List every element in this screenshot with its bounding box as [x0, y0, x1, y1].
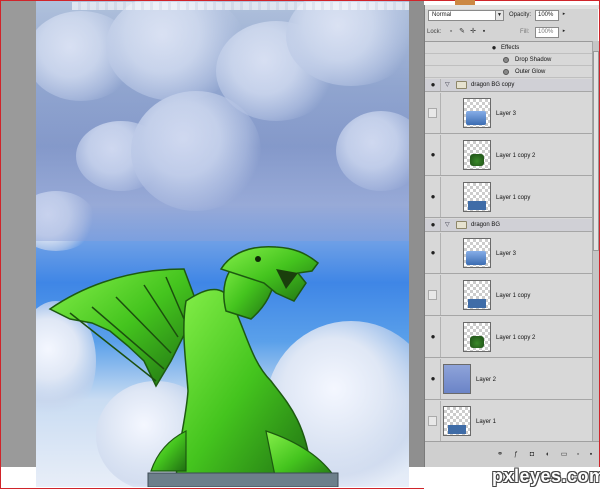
effects-row[interactable]: ● Effects	[425, 42, 599, 54]
effect-drop-shadow-label: Drop Shadow	[515, 57, 552, 63]
visibility-column-divider	[440, 79, 441, 91]
visibility-column-divider	[440, 219, 441, 231]
layers-panel: Normal ▼ Opacity: 100% ▸ Lock: ▫ ✎ ✛ ▪ F…	[424, 0, 599, 467]
dragon-illustration	[48, 245, 339, 487]
visibility-column-divider	[440, 401, 441, 441]
layer-group-row[interactable]: ● ▽ dragon BG copy	[425, 79, 599, 92]
opacity-input[interactable]: 100%	[535, 10, 559, 21]
folder-icon	[456, 221, 467, 229]
layer-name: Layer 3	[496, 251, 517, 257]
visibility-column-divider	[440, 177, 441, 217]
eye-icon[interactable]: ●	[427, 219, 439, 231]
layer-row[interactable]: Layer 1 copy	[425, 275, 599, 316]
blend-opacity-row: Normal ▼ Opacity: 100% ▸	[427, 9, 597, 22]
fill-label: Fill:	[520, 29, 530, 35]
watermark: pxleyes.com	[492, 466, 600, 486]
layer-name: Layer 1	[476, 419, 497, 425]
visibility-column-divider	[440, 93, 441, 133]
lock-icon[interactable]: ▪	[480, 27, 488, 36]
lock-label: Lock:	[427, 29, 442, 35]
eye-icon[interactable]: ●	[427, 149, 439, 161]
layer-row[interactable]: ● Layer 2	[425, 359, 599, 400]
layer-row[interactable]: ● Layer 3	[425, 233, 599, 274]
layers-scrollbar[interactable]	[592, 41, 599, 441]
eye-icon[interactable]: ●	[427, 247, 439, 259]
eye-icon[interactable]: ●	[488, 42, 500, 54]
layer-thumbnail	[443, 364, 471, 394]
opacity-label: Opacity:	[509, 12, 532, 18]
lock-move-icon[interactable]: ✛	[469, 27, 477, 36]
eye-icon[interactable]	[503, 57, 509, 63]
new-layer-icon[interactable]: ▫	[573, 450, 583, 460]
top-edge-texture	[72, 2, 409, 10]
blend-mode-value: Normal	[432, 12, 452, 18]
eye-icon-hidden[interactable]	[428, 416, 437, 426]
layer-name: dragon BG copy	[471, 82, 515, 88]
layer-row[interactable]: Layer 1	[425, 401, 599, 441]
eye-icon[interactable]	[503, 69, 509, 75]
eye-icon[interactable]: ●	[427, 79, 439, 91]
visibility-column-divider	[440, 135, 441, 175]
effect-drop-shadow-row[interactable]: Drop Shadow	[425, 54, 599, 66]
visibility-column-divider	[440, 233, 441, 273]
layer-thumbnail	[463, 322, 491, 352]
mask-icon[interactable]: ◘	[527, 450, 537, 460]
canvas-pasteboard-left	[1, 1, 36, 467]
layer-group-row[interactable]: ● ▽ dragon BG	[425, 219, 599, 232]
eye-icon[interactable]: ●	[427, 373, 439, 385]
eye-icon[interactable]: ●	[427, 191, 439, 203]
blend-mode-select[interactable]: Normal ▼	[428, 10, 504, 21]
eye-icon-hidden[interactable]	[428, 108, 437, 118]
layer-row[interactable]: Layer 3	[425, 93, 599, 134]
fill-arrow-icon[interactable]: ▸	[561, 27, 567, 36]
opacity-arrow-icon[interactable]: ▸	[561, 10, 567, 19]
visibility-column-divider	[440, 359, 441, 399]
visibility-column-divider	[440, 317, 441, 357]
layer-row[interactable]: ● Layer 1 copy 2	[425, 317, 599, 358]
group-expand-icon[interactable]: ▽	[445, 221, 450, 229]
panel-footer: ⚭ ƒ ◘ ◐ ▭ ▫ ▪	[425, 441, 599, 467]
chevron-down-icon[interactable]: ▼	[495, 11, 503, 20]
layer-name: Layer 1 copy	[496, 293, 531, 299]
adjustment-icon[interactable]: ◐	[543, 450, 553, 460]
scrollbar-thumb[interactable]	[593, 51, 599, 251]
panel-tab[interactable]	[455, 0, 475, 5]
layers-list: ● Effects Drop Shadow Outer Glow ● ▽ dra…	[425, 41, 599, 441]
effects-label: Effects	[501, 45, 520, 51]
lock-transparency-icon[interactable]: ▫	[447, 27, 455, 36]
folder-icon[interactable]: ▭	[559, 450, 569, 460]
layer-thumbnail	[463, 140, 491, 170]
group-expand-icon[interactable]: ▽	[445, 81, 450, 89]
layer-thumbnail	[463, 98, 491, 128]
eye-icon-hidden[interactable]	[428, 290, 437, 300]
trash-icon[interactable]: ▪	[586, 450, 596, 460]
canvas-pasteboard-right	[409, 1, 424, 467]
artwork-canvas[interactable]	[36, 1, 409, 487]
folder-icon	[456, 81, 467, 89]
layer-name: Layer 1 copy 2	[496, 153, 536, 159]
fx-icon[interactable]: ƒ	[511, 450, 521, 460]
layer-name: Layer 1 copy 2	[496, 335, 536, 341]
layer-row[interactable]: ● Layer 1 copy 2	[425, 135, 599, 176]
effect-outer-glow-row[interactable]: Outer Glow	[425, 66, 599, 78]
layer-thumbnail	[443, 406, 471, 436]
link-icon[interactable]: ⚭	[495, 450, 505, 460]
layer-name: Layer 2	[476, 377, 497, 383]
layer-thumbnail	[463, 280, 491, 310]
layer-thumbnail	[463, 238, 491, 268]
layer-thumbnail	[463, 182, 491, 212]
effect-outer-glow-label: Outer Glow	[515, 69, 546, 75]
layer-name: dragon BG	[471, 222, 501, 228]
fill-input[interactable]: 100%	[535, 27, 559, 38]
lock-brush-icon[interactable]: ✎	[458, 27, 466, 36]
layer-name: Layer 3	[496, 111, 517, 117]
layer-name: Layer 1 copy	[496, 195, 531, 201]
visibility-column-divider	[440, 275, 441, 315]
layer-row[interactable]: ● Layer 1 copy	[425, 177, 599, 218]
lock-fill-row: Lock: ▫ ✎ ✛ ▪ Fill: 100% ▸	[427, 26, 597, 39]
eye-icon[interactable]: ●	[427, 331, 439, 343]
